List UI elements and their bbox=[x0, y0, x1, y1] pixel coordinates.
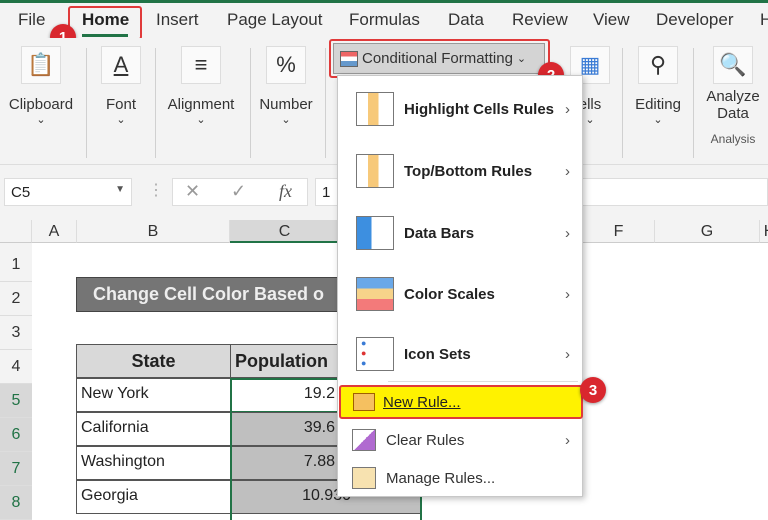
formula-buttons: ✕ ✓ fx bbox=[172, 178, 308, 206]
color-scales-icon bbox=[356, 277, 394, 311]
row-header-6[interactable]: 6 bbox=[0, 418, 32, 452]
top-bottom-icon bbox=[356, 154, 394, 188]
conditional-formatting-icon bbox=[340, 50, 358, 67]
highlight-cells-icon bbox=[356, 92, 394, 126]
chevron-right-icon: › bbox=[565, 285, 570, 303]
state-cell[interactable]: New York bbox=[76, 378, 231, 412]
chevron-right-icon: › bbox=[565, 162, 570, 180]
header-population[interactable]: Population bbox=[230, 344, 340, 378]
conditional-formatting-menu: Highlight Cells Rules › Top/Bottom Rules ›… bbox=[337, 75, 583, 497]
column-header-g[interactable]: G bbox=[655, 220, 760, 243]
tab-data[interactable]: Data bbox=[448, 10, 484, 30]
chevron-right-icon: › bbox=[565, 431, 570, 449]
analyze-data-icon: 🔍 bbox=[713, 46, 753, 84]
name-box[interactable]: C5 ▼ bbox=[4, 178, 132, 206]
header-state[interactable]: State bbox=[76, 344, 231, 378]
enter-icon[interactable]: ✓ bbox=[231, 181, 246, 202]
divider bbox=[250, 48, 251, 158]
new-rule-icon bbox=[353, 393, 375, 411]
percent-icon: % bbox=[266, 46, 306, 84]
clipboard-button[interactable]: 📋 Clipboard ⌄ bbox=[4, 46, 78, 126]
icon-sets-icon: ● ● ● bbox=[356, 337, 394, 371]
align-icon: ≡ bbox=[181, 46, 221, 84]
column-header-c[interactable]: C bbox=[230, 220, 340, 243]
alignment-button[interactable]: ≡ Alignment ⌄ bbox=[162, 46, 240, 126]
row-header-3[interactable]: 3 bbox=[0, 316, 32, 350]
divider bbox=[622, 48, 623, 158]
divider bbox=[693, 48, 694, 158]
state-cell[interactable]: California bbox=[76, 412, 231, 446]
row-header-7[interactable]: 7 bbox=[0, 452, 32, 486]
eraser-icon bbox=[352, 429, 376, 451]
menu-item-manage-rules[interactable]: Manage Rules... bbox=[338, 466, 584, 490]
divider bbox=[86, 48, 87, 158]
chevron-right-icon: › bbox=[565, 224, 570, 242]
drag-handle-icon[interactable]: ⋮ bbox=[148, 180, 164, 200]
font-icon: A bbox=[101, 46, 141, 84]
menu-item-highlight-cells-rules[interactable]: Highlight Cells Rules › bbox=[338, 92, 584, 126]
font-button[interactable]: A Font ⌄ bbox=[98, 46, 144, 126]
chevron-right-icon: › bbox=[565, 345, 570, 363]
population-cell[interactable]: 7.88 bbox=[230, 446, 340, 480]
analyze-data-button[interactable]: 🔍 Analyze Data Analysis bbox=[700, 46, 766, 146]
row-header-4[interactable]: 4 bbox=[0, 350, 32, 384]
menu-item-top-bottom-rules[interactable]: Top/Bottom Rules › bbox=[338, 154, 584, 188]
tab-insert[interactable]: Insert bbox=[156, 10, 199, 30]
tab-view[interactable]: View bbox=[593, 10, 630, 30]
column-header-b[interactable]: B bbox=[77, 220, 230, 243]
row-header-8[interactable]: 8 bbox=[0, 486, 32, 520]
column-header-a[interactable]: A bbox=[32, 220, 77, 243]
search-icon: ⚲ bbox=[638, 46, 678, 84]
tab-page-layout[interactable]: Page Layout bbox=[227, 10, 322, 30]
clipboard-icon: 📋 bbox=[21, 46, 61, 84]
divider bbox=[325, 48, 326, 158]
cancel-icon[interactable]: ✕ bbox=[185, 181, 200, 202]
data-bars-icon bbox=[356, 216, 394, 250]
tab-file[interactable]: File bbox=[18, 10, 45, 30]
tab-formulas[interactable]: Formulas bbox=[349, 10, 420, 30]
dropdown-icon: ▼ bbox=[115, 184, 125, 195]
row-header-1[interactable]: 1 bbox=[0, 248, 32, 282]
row-header-2[interactable]: 2 bbox=[0, 282, 32, 316]
step-badge-3: 3 bbox=[580, 377, 606, 403]
column-header-f[interactable]: F bbox=[583, 220, 655, 243]
conditional-formatting-button[interactable]: Conditional Formatting ⌄ bbox=[333, 43, 545, 74]
row-header-5[interactable]: 5 bbox=[0, 384, 32, 418]
chevron-right-icon: › bbox=[565, 100, 570, 118]
active-tab-underline bbox=[82, 34, 128, 37]
tab-review[interactable]: Review bbox=[512, 10, 568, 30]
column-header-h[interactable]: H bbox=[760, 220, 768, 243]
number-button[interactable]: % Number ⌄ bbox=[256, 46, 316, 126]
menu-item-icon-sets[interactable]: ● ● ● Icon Sets › bbox=[338, 337, 584, 371]
manage-rules-icon bbox=[352, 467, 376, 489]
insert-function-icon[interactable]: fx bbox=[279, 181, 292, 202]
editing-button[interactable]: ⚲ Editing ⌄ bbox=[630, 46, 686, 126]
divider bbox=[155, 48, 156, 158]
menu-item-clear-rules[interactable]: Clear Rules › bbox=[338, 428, 584, 452]
menu-item-color-scales[interactable]: Color Scales › bbox=[338, 277, 584, 311]
menu-item-data-bars[interactable]: Data Bars › bbox=[338, 216, 584, 250]
population-cell[interactable]: 39.6 bbox=[230, 412, 340, 446]
select-all[interactable] bbox=[0, 220, 32, 243]
population-cell[interactable]: 19.2 bbox=[230, 378, 340, 412]
title-bar-accent bbox=[0, 0, 768, 3]
menu-item-new-rule[interactable]: New Rule... bbox=[339, 385, 583, 419]
state-cell[interactable]: Washington bbox=[76, 446, 231, 480]
sheet-title-cell[interactable]: Change Cell Color Based o bbox=[76, 277, 376, 312]
state-cell[interactable]: Georgia bbox=[76, 480, 231, 514]
tab-help[interactable]: H bbox=[760, 10, 768, 30]
tab-developer[interactable]: Developer bbox=[656, 10, 734, 30]
